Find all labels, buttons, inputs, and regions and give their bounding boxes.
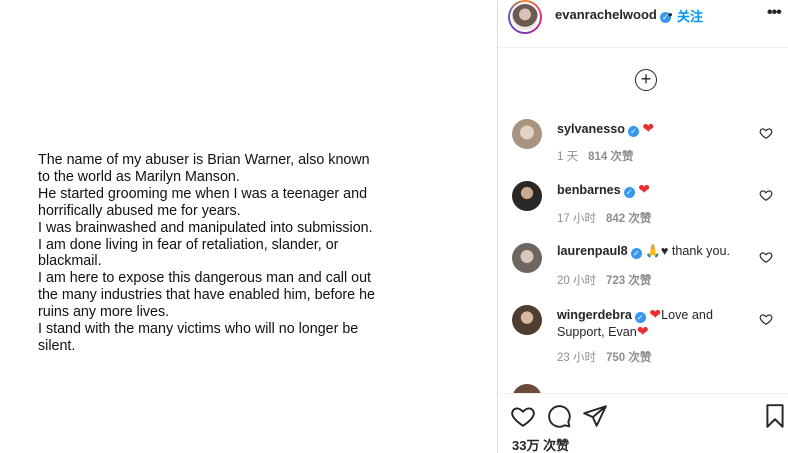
post-text-line: The name of my abuser is Brian Warner, a…	[38, 152, 370, 168]
like-count[interactable]: 33万 次赞	[512, 435, 569, 453]
author-username-text: evanrachelwood	[555, 7, 657, 22]
like-heart-icon[interactable]	[510, 403, 536, 429]
comment-meta: 20 小时 723 次赞	[557, 272, 651, 288]
comment-time[interactable]: 20 小时	[557, 275, 596, 287]
post-text-line: I am done living in fear of retaliation,…	[38, 236, 339, 253]
comment-like-heart-icon[interactable]	[759, 188, 773, 202]
comments-list[interactable]: sylvanesso ✓ ❤ 1 天 814 次赞 benbarnes ✓ ❤ 17 …	[498, 110, 788, 393]
author-username[interactable]: evanrachelwood ✓	[555, 7, 671, 23]
comment-text: laurenpaul8 ✓ 🙏♥ thank you.	[557, 243, 747, 259]
comment-bubble-icon[interactable]	[546, 403, 572, 429]
post-sidebar: evanrachelwood ✓ • 关注 ••• + sylvanesso ✓ ❤…	[497, 0, 788, 453]
comment-like-heart-icon[interactable]	[759, 250, 773, 264]
post-text-line: the many industries that have enabled hi…	[38, 287, 375, 304]
red-heart-emoji: ❤	[649, 306, 662, 322]
red-heart-emoji: ❤	[642, 120, 655, 136]
verified-badge-icon: ✓	[630, 248, 642, 259]
comment-meta: 17 小时 842 次赞	[557, 210, 651, 226]
comment-likes[interactable]: 723 次赞	[606, 275, 651, 287]
red-heart-emoji: ❤	[638, 181, 650, 197]
commenter-avatar[interactable]	[512, 305, 542, 335]
comment-body: 🙏♥ thank you.	[645, 244, 730, 258]
red-heart-emoji: ❤	[636, 323, 649, 339]
comment-meta: 1 天 814 次赞	[557, 148, 633, 164]
comment-time[interactable]: 23 小时	[557, 352, 596, 364]
comment-time[interactable]: 1 天	[557, 151, 578, 163]
commenter-avatar[interactable]	[512, 243, 542, 273]
post-image: The name of my abuser is Brian Warner, a…	[0, 0, 497, 453]
commenter-avatar[interactable]	[512, 181, 542, 211]
header-separator: •	[668, 7, 673, 22]
post-text-line: horrifically abused me for years.	[38, 202, 241, 219]
load-more-comments-icon[interactable]: +	[635, 69, 657, 91]
post-header: evanrachelwood ✓ • 关注 •••	[498, 0, 788, 48]
post-text-line: He started grooming me when I was a teen…	[38, 185, 368, 202]
post-text-line: to the world as Marilyn Manson.	[38, 168, 240, 185]
comment-text: wingerdebra ✓ ❤Love and Support, Evan❤	[557, 306, 747, 340]
post-text-line: I was brainwashed and manipulated into s…	[38, 219, 373, 236]
author-avatar[interactable]	[508, 0, 542, 34]
post-actions: 33万 次赞	[498, 393, 788, 453]
comment-meta: 23 小时 750 次赞	[557, 349, 651, 365]
comment-likes[interactable]: 814 次赞	[588, 151, 633, 163]
commenter-username[interactable]: benbarnes	[557, 183, 621, 197]
commenter-avatar[interactable]	[512, 119, 542, 149]
comment-likes[interactable]: 842 次赞	[606, 213, 651, 225]
commenter-username[interactable]: sylvanesso	[557, 122, 625, 136]
comment-text: benbarnes ✓ ❤	[557, 181, 747, 198]
post-text-line: silent.	[38, 337, 76, 354]
comment-likes[interactable]: 750 次赞	[606, 352, 651, 364]
more-options-icon[interactable]: •••	[767, 4, 782, 22]
post-text: The name of my abuser is Brian Warner, a…	[38, 152, 458, 355]
commenter-username[interactable]: wingerdebra	[557, 308, 632, 322]
verified-badge-icon: ✓	[623, 187, 635, 198]
post-text-line: I stand with the many victims who will n…	[38, 321, 359, 338]
author-avatar-image	[510, 2, 540, 32]
verified-badge-icon: ✓	[634, 312, 646, 323]
comment-text: sylvanesso ✓ ❤	[557, 120, 747, 137]
share-paper-plane-icon[interactable]	[582, 403, 608, 429]
follow-button[interactable]: 关注	[677, 6, 703, 25]
post-text-line: I am here to expose this dangerous man a…	[38, 270, 372, 287]
post-text-line: blackmail.	[38, 253, 102, 270]
commenter-username[interactable]: laurenpaul8	[557, 244, 628, 258]
verified-badge-icon: ✓	[627, 126, 639, 137]
comment-time[interactable]: 17 小时	[557, 213, 596, 225]
comment-like-heart-icon[interactable]	[759, 312, 773, 326]
bookmark-icon[interactable]	[762, 403, 788, 429]
post-text-line: ruins any more lives.	[38, 304, 170, 321]
comment-like-heart-icon[interactable]	[759, 126, 773, 140]
commenter-avatar[interactable]	[512, 384, 542, 393]
